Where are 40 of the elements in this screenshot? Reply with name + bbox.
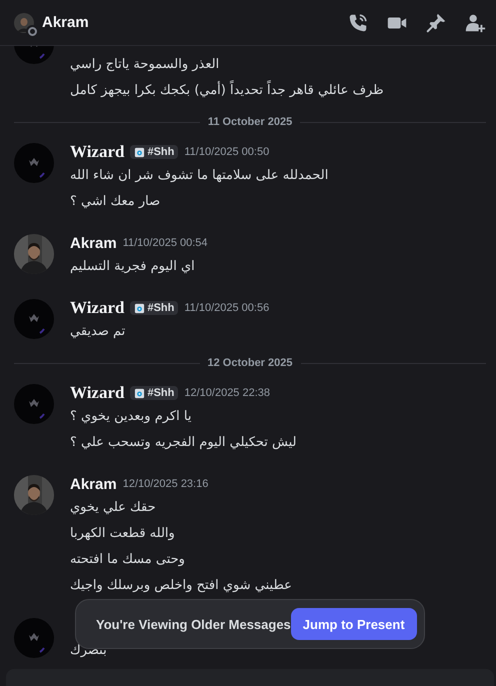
channel-title: Akram <box>42 14 89 31</box>
message-text: صار معك اشي ؟ <box>70 193 160 211</box>
tag-icon <box>134 388 146 398</box>
message-text: عطيني شوي افتح واخلص وبرسلك واجيك <box>70 577 292 595</box>
avatar-icon <box>14 384 54 424</box>
phone-icon[interactable] <box>347 12 369 34</box>
author-name[interactable]: Wizard <box>70 298 124 318</box>
avatar-icon <box>14 143 54 183</box>
tag-icon <box>134 146 146 158</box>
message-text: حقك علي يخوي <box>70 499 156 517</box>
timestamp: 12/10/2025 22:38 <box>184 387 270 399</box>
timestamp: 11/10/2025 00:56 <box>184 302 270 314</box>
jump-to-present-button[interactable]: Jump to Present <box>290 608 417 640</box>
pin-icon[interactable] <box>425 12 447 34</box>
timestamp: 11/10/2025 00:54 <box>122 237 208 249</box>
timestamp: 11/10/2025 00:50 <box>184 146 270 158</box>
date-divider: 11 October 2025 <box>208 116 292 128</box>
tag-text: #Shh <box>147 387 174 399</box>
message-text: بنصرك <box>70 642 107 660</box>
message-text: العذر والسموحة ياتاج راسي <box>70 56 220 74</box>
timestamp: 12/10/2025 23:16 <box>122 478 208 490</box>
message-text: اي اليوم فجرية التسليم <box>70 258 195 276</box>
date-divider: 12 October 2025 <box>208 357 292 369</box>
message-text: يا اكرم وبعدين يخوي ؟ <box>70 408 192 426</box>
message-text: تم صديقي <box>70 323 126 341</box>
message-text: ظرف عائلي قاهر جداً تحديداً (أمي) بكجك بكرا بيجهز كامل <box>70 78 384 104</box>
author-name[interactable]: Wizard <box>70 383 124 403</box>
author-name[interactable]: Akram <box>70 476 117 492</box>
message-text: الحمدلله على سلامتها ما تشوف شر ان شاء الله <box>70 167 328 185</box>
author-name[interactable]: Akram <box>70 234 117 252</box>
avatar-icon <box>14 618 54 658</box>
author-name[interactable]: Wizard <box>70 142 124 162</box>
message-text: وحتى مسك ما افتحته <box>70 551 185 569</box>
message-text: والله قطعت الكهربا <box>70 525 175 543</box>
tag-text: #Shh <box>147 146 174 158</box>
avatar-icon <box>14 299 54 339</box>
older-messages-notice: You're Viewing Older Messages <box>96 616 291 632</box>
message-text: ليش تحكيلي اليوم الفجريه وتسحب علي ؟ <box>70 434 297 452</box>
tag-text: #Shh <box>147 302 174 314</box>
tag-icon <box>134 302 146 314</box>
